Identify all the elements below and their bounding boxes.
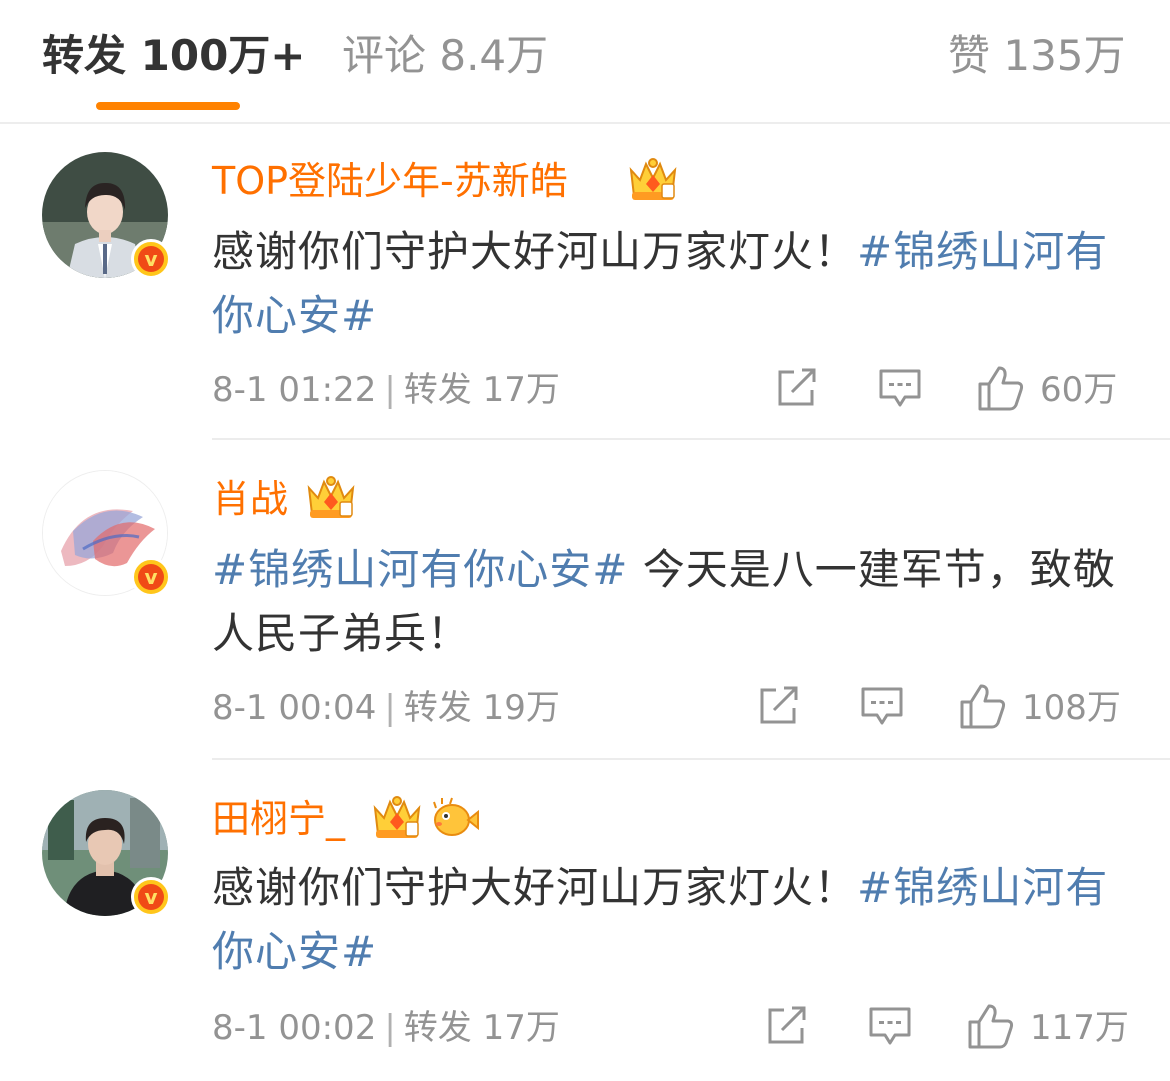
share-icon[interactable] <box>758 686 802 726</box>
divider <box>212 758 1170 760</box>
tab-likes[interactable]: 赞 135万 <box>948 26 1126 86</box>
share-icon[interactable] <box>766 1006 810 1046</box>
comment-icon[interactable] <box>868 1006 912 1048</box>
repost-count: 转发 17万 <box>403 370 560 410</box>
active-tab-indicator <box>96 102 240 110</box>
meta-separator: | <box>384 370 396 410</box>
verified-badge-icon: v <box>131 557 171 597</box>
repost-meta: 8-1 00:04 | 转发 19万 <box>212 686 560 730</box>
tab-comments[interactable]: 评论 8.4万 <box>342 26 548 86</box>
crown-badge-icon <box>307 476 355 518</box>
meta-separator: | <box>384 688 396 728</box>
username[interactable]: TOP登陆少年-苏新皓 <box>212 156 568 206</box>
meta-separator: | <box>384 1008 396 1048</box>
timestamp: 8-1 00:02 <box>212 1008 377 1048</box>
like-count: 60万 <box>1040 370 1118 410</box>
repost-count: 转发 17万 <box>403 1008 560 1048</box>
tab-bar: 转发 100万+ 评论 8.4万 赞 135万 <box>0 0 1170 124</box>
hashtag-link[interactable]: #锦绣山河有你心安# <box>212 545 628 594</box>
comment-icon[interactable] <box>860 686 904 728</box>
repost-meta: 8-1 01:22 | 转发 17万 <box>212 368 560 412</box>
crown-badge-icon <box>373 796 421 838</box>
pufferfish-badge-icon <box>433 797 479 836</box>
repost-content: #锦绣山河有你心安# 今天是八一建军节，致敬人民子弟兵！ <box>212 538 1122 666</box>
like-icon[interactable] <box>976 364 1026 412</box>
repost-count: 转发 19万 <box>403 688 560 728</box>
repost-text: 感谢你们守护大好河山万家灯火！ <box>212 863 858 912</box>
verified-badge-icon: v <box>131 877 171 917</box>
timestamp: 8-1 00:04 <box>212 688 377 728</box>
repost-content: 感谢你们守护大好河山万家灯火！#锦绣山河有你心安# <box>212 220 1122 348</box>
repost-meta: 8-1 00:02 | 转发 17万 <box>212 1006 560 1050</box>
timestamp: 8-1 01:22 <box>212 370 377 410</box>
like-icon[interactable] <box>966 1002 1016 1050</box>
repost-content: 感谢你们守护大好河山万家灯火！#锦绣山河有你心安# <box>212 856 1122 984</box>
like-count: 117万 <box>1030 1008 1129 1048</box>
divider <box>212 438 1170 440</box>
like-count: 108万 <box>1022 688 1121 728</box>
share-icon[interactable] <box>776 368 820 408</box>
tab-repost[interactable]: 转发 100万+ <box>42 26 306 86</box>
like-icon[interactable] <box>958 682 1008 730</box>
username[interactable]: 肖战 <box>212 474 288 524</box>
username[interactable]: 田栩宁_ <box>212 794 345 844</box>
verified-badge-icon: v <box>131 239 171 279</box>
crown-badge-icon <box>629 158 677 200</box>
repost-text: 感谢你们守护大好河山万家灯火！ <box>212 227 858 276</box>
comment-icon[interactable] <box>878 368 922 410</box>
